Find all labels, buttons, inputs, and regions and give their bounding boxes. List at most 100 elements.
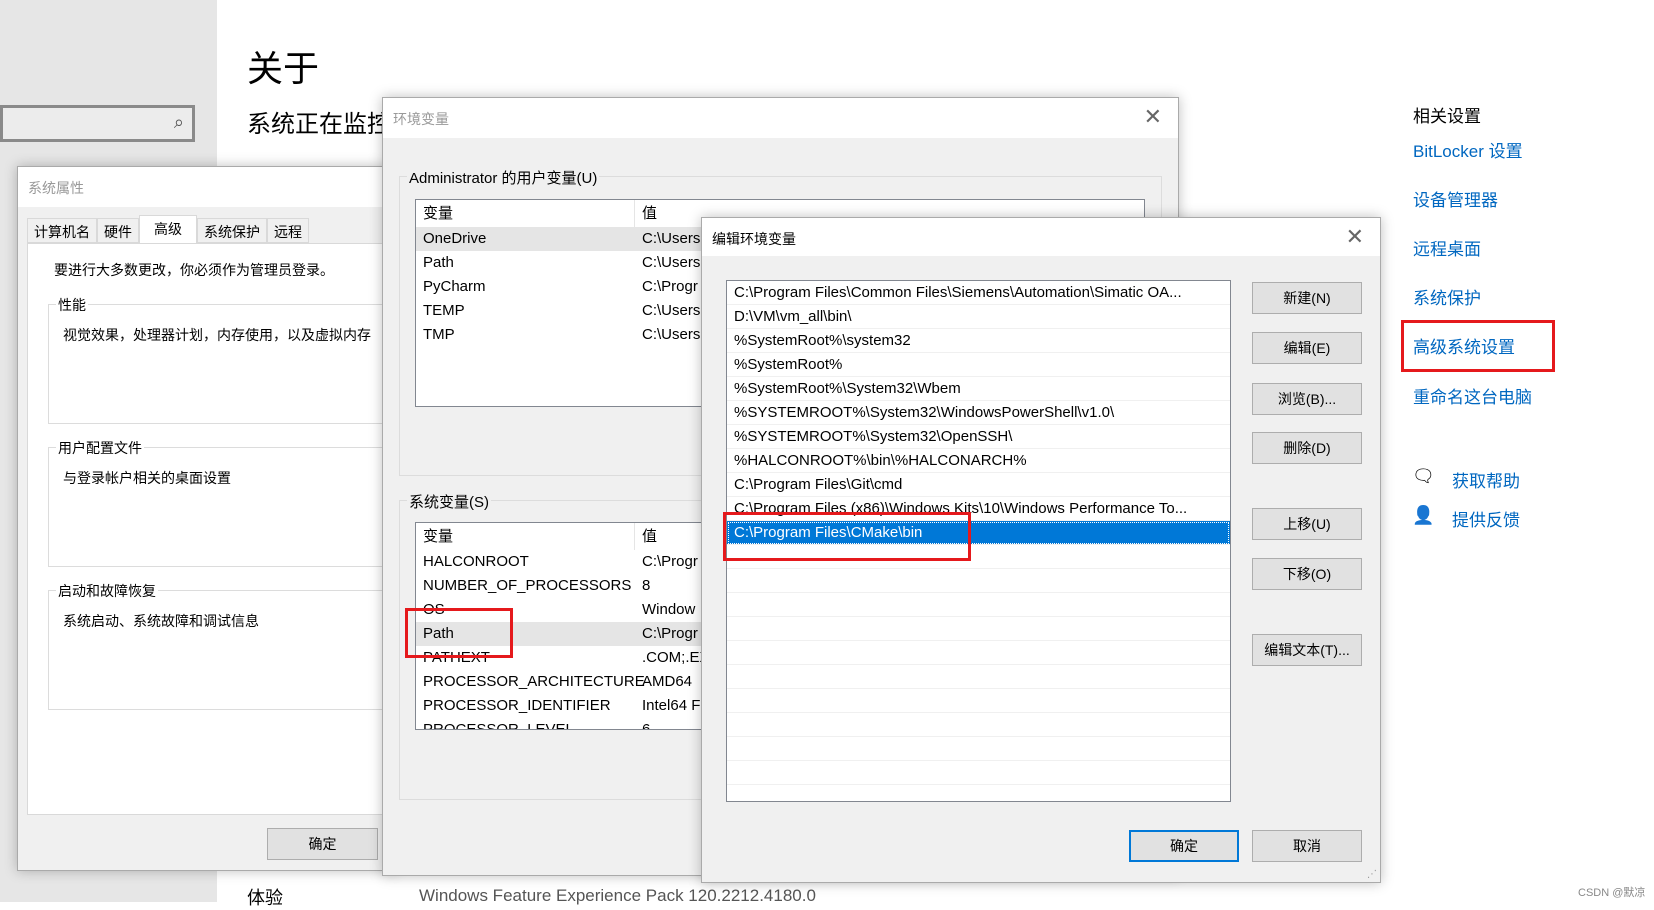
settings-search-input[interactable]: ⌕ [0,105,195,142]
group-label: Administrator 的用户变量(U) [407,167,600,188]
edit-environment-variable-dialog: 编辑环境变量 ✕ C:\Program Files\Common Files\Si… [701,217,1381,883]
new-button[interactable]: 新建(N) [1252,282,1362,314]
link-system-protection[interactable]: 系统保护 [1413,284,1481,309]
variable-name: NUMBER_OF_PROCESSORS [423,577,632,594]
cancel-button[interactable]: 取消 [1252,830,1362,862]
path-entry[interactable]: %SystemRoot% [727,353,1230,377]
group-label: 系统变量(S) [407,491,491,512]
group-desc: 系统启动、系统故障和调试信息 [63,613,259,629]
tab-advanced[interactable]: 高级 [139,215,197,244]
path-entry[interactable]: C:\Program Files\Common Files\Siemens\Au… [727,281,1230,305]
tab-computer-name[interactable]: 计算机名 [27,218,97,243]
resize-grip-icon[interactable]: ⋰ [1367,869,1377,880]
link-get-help[interactable]: 获取帮助 [1452,467,1520,492]
variable-value: 8 [642,577,651,594]
delete-button[interactable]: 删除(D) [1252,432,1362,464]
empty-row[interactable] [727,617,1230,641]
variable-value: C:\Progr [642,553,698,570]
path-entry[interactable]: D:\VM\vm_all\bin\ [727,305,1230,329]
path-entry[interactable]: %SystemRoot%\System32\Wbem [727,377,1230,401]
variable-name: PROCESSOR_ARCHITECTURE [423,673,645,690]
dialog-title: 系统属性 [28,180,84,196]
admin-note: 要进行大多数更改，你必须作为管理员登录。 [54,262,334,278]
move-down-button[interactable]: 下移(O) [1252,558,1362,590]
help-icon: 🗨 [1412,466,1435,486]
close-icon[interactable]: ✕ [1346,224,1364,250]
variable-name: PROCESSOR_IDENTIFIER [423,697,611,714]
column-value[interactable]: 值 [642,200,657,227]
experience-label: 体验 [247,888,283,908]
empty-row[interactable] [727,641,1230,665]
empty-row[interactable] [727,569,1230,593]
group-label: 启动和故障恢复 [56,581,158,601]
group-desc: 与登录帐户相关的桌面设置 [63,470,231,486]
variable-value: AMD64 [642,673,693,690]
tab-hardware[interactable]: 硬件 [97,218,139,243]
tab-remote[interactable]: 远程 [267,218,309,243]
column-variable[interactable]: 变量 [423,200,453,227]
variable-value: C:\Users [642,302,701,319]
variable-value: C:\Users [642,254,701,271]
empty-row[interactable] [727,737,1230,761]
empty-row[interactable] [727,761,1230,785]
link-device-manager[interactable]: 设备管理器 [1413,186,1498,211]
link-feedback[interactable]: 提供反馈 [1452,506,1520,531]
column-value[interactable]: 值 [642,523,657,550]
move-up-button[interactable]: 上移(U) [1252,508,1362,540]
variable-name: TEMP [423,302,465,319]
path-entry[interactable]: %SYSTEMROOT%\System32\WindowsPowerShell\… [727,401,1230,425]
column-variable[interactable]: 变量 [423,523,453,550]
startup-recovery-group: 启动和故障恢复 系统启动、系统故障和调试信息 [48,581,408,710]
group-label: 性能 [56,295,88,315]
path-entry[interactable]: %SystemRoot%\system32 [727,329,1230,353]
variable-value: C:\Users [642,230,701,247]
variable-value: C:\Users [642,326,701,343]
variable-name: PyCharm [423,278,486,295]
variable-name: PROCESSOR_LEVEL [423,721,574,730]
highlight-box [723,512,971,561]
title-bar: 系统属性 [18,167,396,207]
variable-value: Intel64 F [642,697,701,714]
dialog-title: 编辑环境变量 [712,231,796,247]
empty-row[interactable] [727,689,1230,713]
user-profiles-group: 用户配置文件 与登录帐户相关的桌面设置 [48,438,408,567]
path-entry[interactable]: C:\Program Files\Git\cmd [727,473,1230,497]
empty-row[interactable] [727,665,1230,689]
group-desc: 视觉效果，处理器计划，内存使用，以及虚拟内存 [63,327,371,343]
tab-system-protection[interactable]: 系统保护 [197,218,267,243]
close-icon[interactable]: ✕ [1144,104,1162,130]
experience-value: Windows Feature Experience Pack 120.2212… [419,886,816,905]
feedback-icon: 👤 [1412,505,1435,525]
variable-value: C:\Progr [642,625,698,642]
link-rename-pc[interactable]: 重命名这台电脑 [1413,383,1532,408]
tab-strip: 计算机名 硬件 高级 系统保护 远程 [27,215,309,244]
variable-value: 6 [642,721,651,730]
dialog-title: 环境变量 [393,111,449,127]
link-bitlocker[interactable]: BitLocker 设置 [1413,137,1523,162]
ok-button[interactable]: 确定 [1129,830,1239,862]
variable-name: Path [423,254,454,271]
edit-text-button[interactable]: 编辑文本(T)... [1252,634,1362,666]
highlight-box [405,608,513,658]
empty-row[interactable] [727,713,1230,737]
variable-value: .COM;.EX [642,649,710,666]
edit-button[interactable]: 编辑(E) [1252,332,1362,364]
ok-button[interactable]: 确定 [267,828,378,860]
title-bar: 编辑环境变量 ✕ [702,218,1380,256]
page-title: 关于 [247,48,320,89]
watermark: CSDN @默凉 [1578,887,1646,899]
variable-name: TMP [423,326,455,343]
empty-row[interactable] [727,593,1230,617]
variable-name: HALCONROOT [423,553,529,570]
system-properties-dialog: 系统属性 计算机名 硬件 高级 系统保护 远程 要进行大多数更改，你必须作为管理… [17,166,408,871]
path-entry[interactable]: %HALCONROOT%\bin\%HALCONARCH% [727,449,1230,473]
search-icon: ⌕ [173,112,184,132]
group-label: 用户配置文件 [56,438,144,458]
title-bar: 环境变量 ✕ [383,98,1178,138]
advanced-panel: 要进行大多数更改，你必须作为管理员登录。 性能 视觉效果，处理器计划，内存使用，… [27,243,408,815]
path-entry[interactable]: %SYSTEMROOT%\System32\OpenSSH\ [727,425,1230,449]
link-remote-desktop[interactable]: 远程桌面 [1413,235,1481,260]
variable-name: OneDrive [423,230,487,247]
variable-value: C:\Progr [642,278,698,295]
browse-button[interactable]: 浏览(B)... [1252,383,1362,415]
